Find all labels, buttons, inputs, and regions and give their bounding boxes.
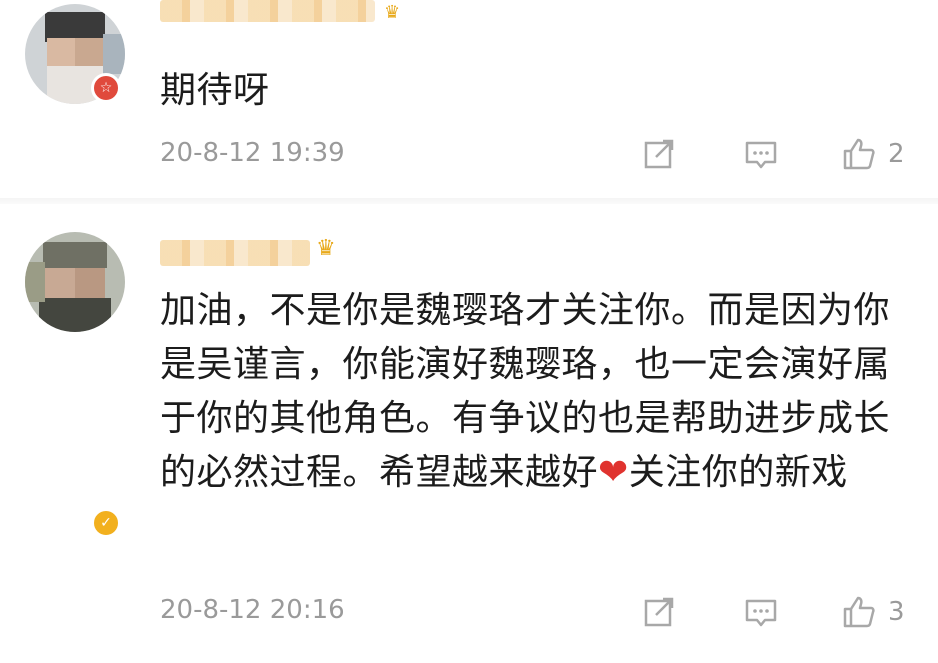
share-icon: [644, 597, 674, 627]
avatar-pixel: [75, 268, 105, 298]
share-button[interactable]: [640, 592, 678, 632]
reply-button[interactable]: [742, 134, 780, 174]
comment-item: ☆ ♛ 期待呀 20-8-12 19:39 2: [0, 0, 938, 204]
divider: [0, 198, 938, 204]
comment-text-tail: 关注你的新戏: [628, 452, 848, 493]
comment-actions: 3: [640, 592, 930, 632]
avatar-pixel: [39, 298, 111, 332]
crown-icon: ♛: [316, 236, 336, 261]
reply-button[interactable]: [742, 592, 780, 632]
comment-text: 加油，不是你是魏璎珞才关注你。而是因为你是吴谨言，你能演好魏璎珞，也一定会演好属…: [160, 284, 920, 500]
avatar-pixel: [25, 262, 45, 302]
thumbs-up-icon: [843, 138, 875, 170]
share-button[interactable]: [640, 134, 678, 174]
heart-emoji: ❤: [598, 452, 629, 493]
like-button[interactable]: 3: [840, 592, 905, 632]
avatar[interactable]: [25, 232, 125, 332]
comment-item: ✓ ♛ 加油，不是你是魏璎珞才关注你。而是因为你是吴谨言，你能演好魏璎珞，也一定…: [0, 212, 938, 663]
checkmark-icon: ✓: [91, 508, 121, 538]
star-icon: ☆: [91, 73, 121, 103]
like-count: 2: [888, 139, 905, 169]
username-blurred[interactable]: [160, 240, 310, 266]
comment-actions: 2: [640, 134, 930, 174]
comment-timestamp: 20-8-12 20:16: [160, 595, 345, 625]
like-count: 3: [888, 597, 905, 627]
thumbs-up-icon: [843, 596, 875, 628]
avatar-pixel: [45, 268, 75, 298]
comment-timestamp: 20-8-12 19:39: [160, 138, 345, 168]
avatar-pixel: [75, 38, 103, 66]
username-blurred[interactable]: [160, 0, 375, 22]
avatar-pixel: [103, 34, 125, 74]
comment-icon: [745, 141, 777, 169]
share-icon: [644, 139, 674, 169]
avatar-pixel: [43, 242, 107, 268]
avatar-pixel: [47, 38, 75, 66]
comment-text: 期待呀: [160, 70, 270, 111]
like-button[interactable]: 2: [840, 134, 905, 174]
comment-icon: [745, 599, 777, 627]
crown-icon: ♛: [384, 2, 401, 23]
